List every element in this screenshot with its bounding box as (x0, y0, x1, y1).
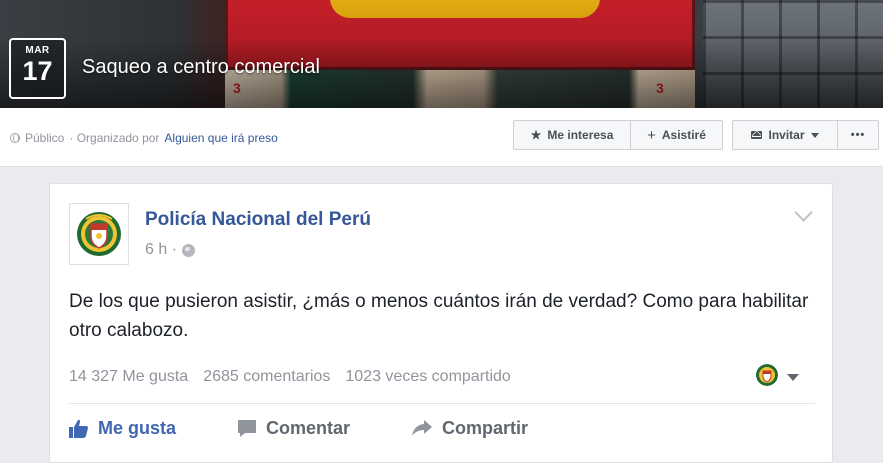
share-arrow-icon (412, 420, 432, 436)
event-meta: Público · Organizado por Alguien que irá… (10, 131, 278, 145)
organizer-link[interactable]: Alguien que irá preso (164, 131, 277, 145)
organized-by-label: · Organizado por (69, 131, 160, 145)
post-timestamp[interactable]: 6 h · (145, 241, 196, 259)
invite-label: Invitar (768, 128, 805, 142)
thumbs-up-icon (69, 419, 88, 438)
shares-count[interactable]: 1023 veces compartido (345, 368, 510, 386)
event-date-day: 17 (22, 56, 53, 86)
chevron-down-icon[interactable] (794, 203, 813, 222)
caret-down-icon (810, 132, 819, 138)
globe-icon (182, 243, 196, 257)
event-title[interactable]: Saqueo a centro comercial (82, 56, 320, 79)
more-options-button[interactable]: ••• (837, 120, 879, 150)
comment-icon (238, 419, 256, 437)
police-crest-icon (77, 212, 121, 256)
caret-down-icon[interactable] (787, 374, 799, 381)
plus-icon: + (647, 126, 656, 144)
likes-count[interactable]: 14 327 Me gusta (69, 368, 188, 386)
going-label: Asistiré (661, 128, 706, 142)
actions-divider (69, 403, 815, 404)
post-card: Policía Nacional del Perú 6 h · De los q… (49, 183, 833, 463)
event-date-month: MAR (25, 45, 50, 56)
police-crest-icon (756, 364, 778, 386)
comment-button[interactable]: Comentar (237, 417, 350, 439)
event-privacy: Público (25, 131, 65, 145)
page-avatar[interactable] (69, 203, 129, 265)
star-icon: ★ (530, 128, 542, 142)
like-label: Me gusta (98, 417, 177, 438)
event-cover-photo[interactable]: 3 3 MAR 17 Saqueo a centro comercial (0, 0, 883, 108)
comment-label: Comentar (266, 417, 351, 438)
interested-label: Me interesa (547, 128, 614, 142)
reacting-as-avatar[interactable] (756, 364, 778, 386)
post-stats: 14 327 Me gusta 2685 comentarios 1023 ve… (69, 368, 511, 386)
post-text: De los que pusieron asistir, ¿más o meno… (69, 291, 809, 341)
event-date-badge: MAR 17 (9, 38, 66, 99)
post-time-text: 6 h · (145, 241, 178, 258)
interested-button[interactable]: ★ Me interesa (513, 120, 631, 150)
comments-count[interactable]: 2685 comentarios (203, 368, 330, 386)
invite-button[interactable]: Invitar (732, 120, 838, 150)
store-sign-lettering (330, 0, 600, 18)
like-button[interactable]: Me gusta (69, 417, 176, 439)
more-icon: ••• (850, 129, 866, 141)
share-button[interactable]: Compartir (411, 417, 528, 439)
globe-icon (10, 133, 20, 143)
share-label: Compartir (442, 417, 529, 438)
event-info-bar: Público · Organizado por Alguien que irá… (0, 108, 883, 167)
envelope-icon (751, 131, 763, 139)
page-name-link[interactable]: Policía Nacional del Perú (145, 209, 371, 231)
going-button[interactable]: + Asistiré (630, 120, 723, 150)
